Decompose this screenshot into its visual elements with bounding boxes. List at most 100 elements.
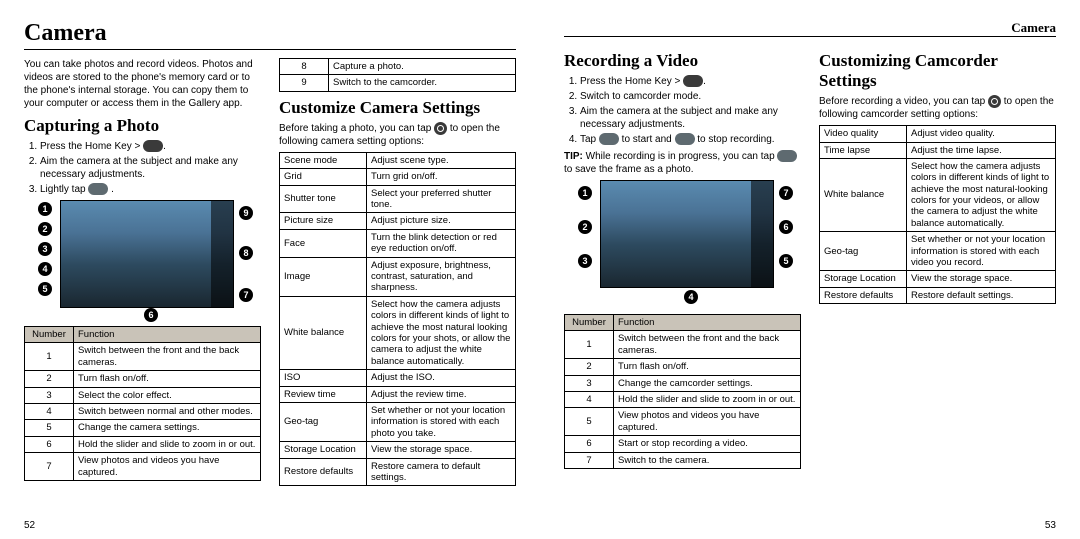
callout-4: 4 — [684, 290, 698, 304]
camcorder-settings-table: Video qualityAdjust video quality. Time … — [819, 125, 1056, 304]
record-steps: Press the Home Key > . Switch to camcord… — [564, 75, 801, 146]
step-2: Aim the camera at the subject and make a… — [40, 155, 261, 181]
table-row: 5View photos and videos you have capture… — [565, 408, 801, 436]
table-row: GridTurn grid on/off. — [280, 169, 516, 185]
table-row: 8Capture a photo. — [280, 59, 516, 75]
table-row: 4Hold the slider and slide to zoom in or… — [565, 391, 801, 407]
callout-2: 2 — [38, 222, 52, 236]
table-row: Video qualityAdjust video quality. — [820, 126, 1056, 142]
table-row: Time lapseAdjust the time lapse. — [820, 142, 1056, 158]
table-row: 5Change the camera settings. — [25, 420, 261, 436]
table-row: FaceTurn the blink detection or red eye … — [280, 229, 516, 257]
callout-7: 7 — [239, 288, 253, 302]
camera-settings-table: Scene modeAdjust scene type. GridTurn gr… — [279, 152, 516, 486]
table-row: 7View photos and videos you have capture… — [25, 453, 261, 481]
settings-gear-icon — [988, 95, 1001, 108]
table-row: ISOAdjust the ISO. — [280, 370, 516, 386]
th-function: Function — [74, 327, 261, 343]
callout-3: 3 — [578, 254, 592, 268]
capture-steps: Press the Home Key > . Aim the camera at… — [24, 140, 261, 196]
step-3: Lightly tap . — [40, 183, 261, 196]
callout-5: 5 — [779, 254, 793, 268]
left-col: You can take photos and record videos. P… — [24, 58, 261, 486]
page-number: 53 — [1045, 520, 1056, 531]
viewfinder-preview — [600, 180, 774, 288]
callout-7: 7 — [779, 186, 793, 200]
camera-callout-table-cont: 8Capture a photo. 9Switch to the camcord… — [279, 58, 516, 92]
camera-app-icon — [683, 75, 703, 87]
table-row: Restore defaultsRestore camera to defaul… — [280, 458, 516, 486]
page-number: 52 — [24, 520, 35, 531]
table-row: 3Change the camcorder settings. — [565, 375, 801, 391]
table-row: Scene modeAdjust scene type. — [280, 152, 516, 168]
camera-diagram: 1 2 3 4 5 6 7 8 9 — [24, 200, 261, 320]
callout-8: 8 — [239, 246, 253, 260]
table-row: 1Switch between the front and the back c… — [565, 331, 801, 359]
camera-app-icon — [143, 140, 163, 152]
callout-3: 3 — [38, 242, 52, 256]
table-row: White balanceSelect how the camera adjus… — [820, 158, 1056, 231]
page-left: Camera You can take photos and record vi… — [0, 0, 540, 539]
right-page-left-col: Recording a Video Press the Home Key > .… — [564, 45, 801, 469]
viewfinder-preview — [60, 200, 234, 308]
step-3: Aim the camera at the subject and make a… — [580, 105, 801, 131]
table-row: 2Turn flash on/off. — [565, 359, 801, 375]
camcorder-callout-table: Number Function 1Switch between the fron… — [564, 314, 801, 469]
page-header-row: Camera — [564, 20, 1056, 37]
table-row: 6Hold the slider and slide to zoom in or… — [25, 436, 261, 452]
right-page-right-col: Customizing Camcorder Settings Before re… — [819, 45, 1056, 469]
table-row: Geo-tagSet whether or not your location … — [820, 232, 1056, 271]
page-right: Camera Recording a Video Press the Home … — [540, 0, 1080, 539]
table-row: 9Switch to the camcorder. — [280, 75, 516, 91]
page-title: Camera — [24, 20, 107, 47]
capture-frame-icon — [777, 150, 797, 162]
callout-6: 6 — [779, 220, 793, 234]
table-row: ImageAdjust exposure, brightness, contra… — [280, 257, 516, 296]
step-1: Press the Home Key > . — [40, 140, 261, 153]
step-2: Switch to camcorder mode. — [580, 90, 801, 103]
table-row: Shutter toneSelect your preferred shutte… — [280, 185, 516, 213]
table-row: 1Switch between the front and the back c… — [25, 343, 261, 371]
recording-tip: TIP: While recording is in progress, you… — [564, 150, 801, 176]
customize-camera-heading: Customize Camera Settings — [279, 98, 516, 118]
table-row: Review timeAdjust the review time. — [280, 386, 516, 402]
record-start-icon — [599, 133, 619, 145]
camcorder-intro: Before recording a video, you can tap to… — [819, 95, 1056, 121]
table-row: Restore defaultsRestore default settings… — [820, 287, 1056, 303]
page-title-row: Camera — [24, 20, 516, 50]
running-header: Camera — [1011, 20, 1056, 36]
step-4: Tap to start and to stop recording. — [580, 133, 801, 146]
callout-4: 4 — [38, 262, 52, 276]
left-page-right-col: 8Capture a photo. 9Switch to the camcord… — [279, 58, 516, 486]
table-row: Storage LocationView the storage space. — [820, 271, 1056, 287]
record-stop-icon — [675, 133, 695, 145]
callout-2: 2 — [578, 220, 592, 234]
settings-gear-icon — [434, 122, 447, 135]
th-function: Function — [614, 315, 801, 331]
table-row: 6Start or stop recording a video. — [565, 436, 801, 452]
callout-1: 1 — [578, 186, 592, 200]
recording-video-heading: Recording a Video — [564, 51, 801, 71]
th-number: Number — [565, 315, 614, 331]
table-row: White balanceSelect how the camera adjus… — [280, 296, 516, 369]
table-row: Geo-tagSet whether or not your location … — [280, 402, 516, 441]
table-row: 7Switch to the camera. — [565, 452, 801, 468]
table-row: 4Switch between normal and other modes. — [25, 403, 261, 419]
th-number: Number — [25, 327, 74, 343]
capturing-photo-heading: Capturing a Photo — [24, 116, 261, 136]
callout-9: 9 — [239, 206, 253, 220]
camera-callout-table: Number Function 1Switch between the fron… — [24, 326, 261, 481]
intro-text: You can take photos and record videos. P… — [24, 58, 261, 110]
table-row: 2Turn flash on/off. — [25, 371, 261, 387]
callout-1: 1 — [38, 202, 52, 216]
shutter-icon — [88, 183, 108, 195]
callout-5: 5 — [38, 282, 52, 296]
camcorder-diagram: 1 2 3 4 5 6 7 — [564, 180, 801, 308]
callout-6: 6 — [144, 308, 158, 322]
customize-intro: Before taking a photo, you can tap to op… — [279, 122, 516, 148]
table-row: Picture sizeAdjust picture size. — [280, 213, 516, 229]
table-row: 3Select the color effect. — [25, 387, 261, 403]
step-1: Press the Home Key > . — [580, 75, 801, 88]
customize-camcorder-heading: Customizing Camcorder Settings — [819, 51, 1056, 91]
table-row: Storage LocationView the storage space. — [280, 442, 516, 458]
